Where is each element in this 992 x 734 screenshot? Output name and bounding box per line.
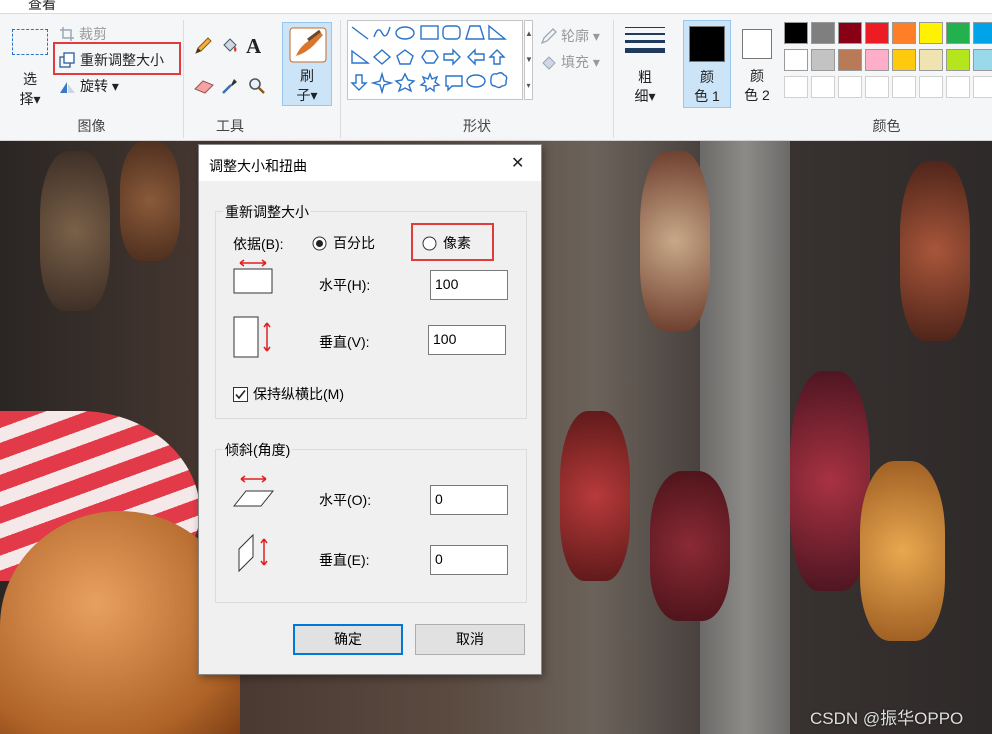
by-label: 依据(B):: [233, 236, 284, 252]
rotate-button[interactable]: 旋转 ▾: [59, 76, 119, 96]
rotate-icon: [60, 81, 75, 93]
resize-highlight: [53, 42, 181, 75]
select-button[interactable]: 选 择▾: [10, 69, 50, 109]
guitar-shape: [790, 371, 870, 591]
cancel-button[interactable]: 取消: [415, 624, 525, 655]
color-swatch[interactable]: [838, 76, 862, 98]
close-icon[interactable]: ✕: [511, 153, 524, 173]
color-swatch[interactable]: [784, 22, 808, 44]
horizontal-label: 水平(H):: [319, 277, 371, 293]
line-size-icon: [625, 27, 665, 53]
skew-horizontal-input[interactable]: 0: [430, 485, 508, 515]
dialog-title: 调整大小和扭曲: [209, 158, 307, 174]
color2-button[interactable]: 颜 色 2: [734, 20, 780, 108]
color-swatch[interactable]: [946, 22, 970, 44]
guitar-shape: [900, 161, 970, 341]
shapes-gallery[interactable]: [347, 20, 523, 100]
pixels-highlight: [411, 223, 494, 261]
color-swatch[interactable]: [973, 76, 992, 98]
crop-icon: [60, 27, 74, 41]
brushes-button[interactable]: 刷 子▾: [282, 22, 332, 106]
colors-group: 颜色: [781, 14, 992, 140]
color-swatch[interactable]: [838, 49, 862, 71]
ribbon-tab-strip: 查看: [0, 0, 992, 14]
color-swatch[interactable]: [838, 22, 862, 44]
pencil-icon[interactable]: [193, 36, 213, 56]
fill-icon: [542, 55, 556, 70]
skew-section-title: 倾斜(角度): [223, 440, 293, 460]
watermark: CSDN @振华OPPO: [810, 709, 964, 728]
color-swatch[interactable]: [919, 49, 943, 71]
text-tool-icon[interactable]: A: [246, 34, 261, 59]
vertical-input[interactable]: 100: [428, 325, 506, 355]
ribbon: 查看 选 择▾ 裁剪 重新调整大小 旋转 ▾ 图像 A 工具 刷 子▾ ▲ ▼ …: [0, 0, 992, 141]
guitar-shape: [640, 151, 710, 331]
color-swatch[interactable]: [973, 49, 992, 71]
guitar-shape: [650, 471, 730, 621]
color-swatch[interactable]: [973, 22, 992, 44]
tools-group: A 工具: [184, 14, 276, 140]
fill-bucket-icon[interactable]: [220, 36, 240, 56]
resize-skew-dialog: 调整大小和扭曲 ✕ 重新调整大小 依据(B): 百分比 像素 水平(H): 10…: [198, 144, 542, 675]
shapes-group-label: 形状: [463, 118, 491, 134]
tab-view[interactable]: 查看: [28, 0, 56, 14]
pillar: [700, 141, 790, 734]
color1-button[interactable]: 颜 色 1: [683, 20, 731, 108]
shapes-scroll[interactable]: ▲ ▼ ▾: [524, 20, 533, 100]
image-group-label: 图像: [77, 118, 106, 134]
color-swatch[interactable]: [784, 49, 808, 71]
horizontal-skew-icon: [232, 475, 275, 507]
color-swatch[interactable]: [946, 76, 970, 98]
color-swatch[interactable]: [865, 76, 889, 98]
guitar-shape: [40, 151, 110, 311]
outline-icon: [540, 27, 557, 44]
color-swatch[interactable]: [919, 22, 943, 44]
tools-group-label: 工具: [216, 118, 244, 134]
colors-group-label: 颜色: [872, 118, 901, 134]
skew-vertical-input[interactable]: 0: [430, 545, 508, 575]
color-swatch[interactable]: [892, 76, 916, 98]
color-swatch[interactable]: [811, 49, 835, 71]
color-swatch[interactable]: [784, 76, 808, 98]
brush-icon: [289, 27, 327, 63]
select-rect-icon[interactable]: [12, 29, 48, 55]
horizontal-input[interactable]: 100: [430, 270, 508, 300]
color-picker-icon[interactable]: [220, 76, 240, 96]
horizontal-resize-icon: [233, 259, 273, 294]
guitar-shape: [120, 141, 180, 261]
shapes-icons: [350, 24, 508, 95]
percent-radio[interactable]: 百分比: [312, 233, 375, 253]
color-swatch[interactable]: [946, 49, 970, 71]
fill-button[interactable]: 填充 ▾: [540, 52, 600, 72]
resize-section-title: 重新调整大小: [223, 202, 311, 222]
guitar-shape: [560, 411, 630, 581]
magnifier-icon[interactable]: [247, 76, 267, 96]
color1-swatch: [689, 26, 725, 62]
skew-horizontal-label: 水平(O):: [319, 492, 372, 508]
image-group: 选 择▾ 裁剪 重新调整大小 旋转 ▾ 图像: [0, 14, 183, 140]
color2-swatch: [742, 29, 772, 59]
guitar-shape: [860, 461, 945, 641]
keep-ratio-checkbox[interactable]: 保持纵横比(M): [233, 384, 344, 404]
color-swatch[interactable]: [811, 22, 835, 44]
color-swatch[interactable]: [892, 49, 916, 71]
checkbox-checked-icon: [233, 386, 248, 402]
vertical-resize-icon: [233, 316, 271, 358]
color-swatch[interactable]: [919, 76, 943, 98]
color-swatch[interactable]: [892, 22, 916, 44]
ok-button[interactable]: 确定: [293, 624, 403, 655]
color-swatch[interactable]: [865, 49, 889, 71]
eraser-icon[interactable]: [193, 76, 215, 96]
color-swatch[interactable]: [811, 76, 835, 98]
skew-vertical-label: 垂直(E):: [319, 552, 370, 568]
radio-selected-icon: [312, 236, 327, 250]
size-button[interactable]: 粗 细▾: [620, 22, 670, 106]
shapes-group: ▲ ▼ ▾ 轮廓 ▾ 填充 ▾ 形状: [341, 14, 613, 140]
outline-button[interactable]: 轮廓 ▾: [540, 26, 600, 46]
vertical-skew-icon: [238, 533, 268, 573]
color-swatch[interactable]: [865, 22, 889, 44]
vertical-label: 垂直(V):: [319, 334, 370, 350]
crop-button[interactable]: 裁剪: [59, 24, 107, 44]
